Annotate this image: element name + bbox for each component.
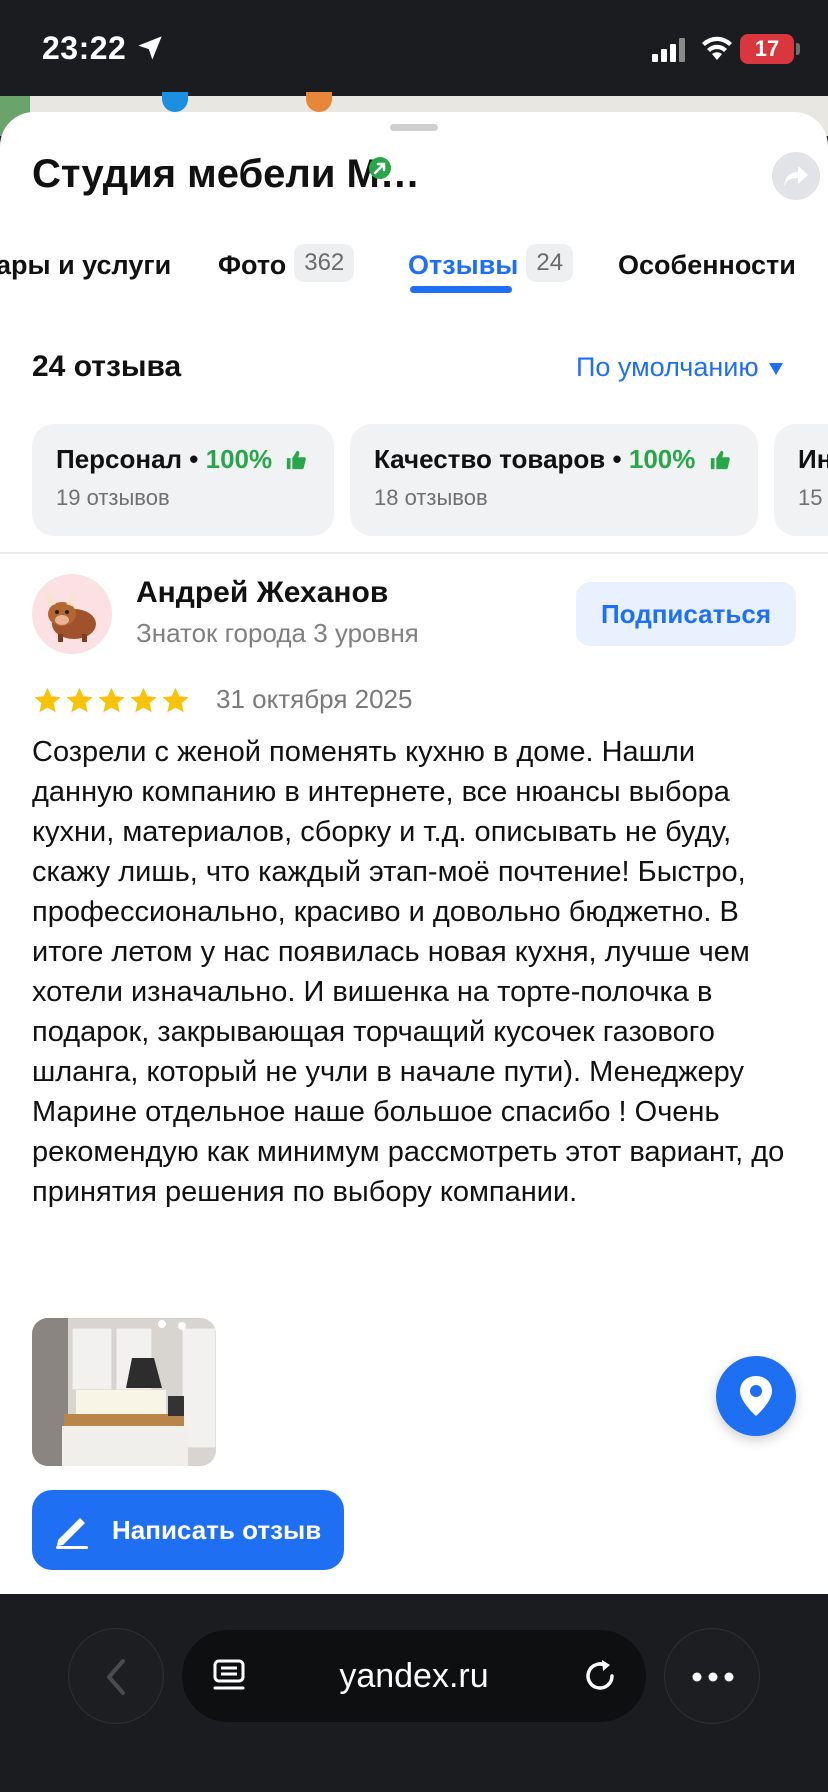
thumbs-up-icon bbox=[710, 450, 730, 470]
star-icon bbox=[162, 687, 189, 713]
section-divider bbox=[0, 552, 828, 554]
write-review-label: Написать отзыв bbox=[112, 1515, 322, 1545]
aspect-separator: • bbox=[189, 444, 199, 474]
sort-dropdown[interactable]: По умолчанию bbox=[576, 352, 783, 383]
write-review-button[interactable]: Написать отзыв bbox=[32, 1490, 344, 1570]
more-options-button[interactable] bbox=[664, 1628, 760, 1724]
map-pin-icon[interactable] bbox=[162, 92, 188, 112]
back-button[interactable] bbox=[68, 1628, 164, 1724]
status-bar: 23:22 17 bbox=[0, 0, 828, 96]
wifi-icon bbox=[702, 36, 732, 60]
ellipsis-icon bbox=[692, 1672, 734, 1682]
url-text: yandex.ru bbox=[339, 1657, 489, 1695]
share-arrow-icon bbox=[784, 166, 808, 186]
aspect-carousel[interactable]: Персонал • 100% 19 отзывов Качество това… bbox=[0, 424, 828, 536]
star-icon bbox=[98, 687, 125, 713]
battery-cap bbox=[796, 43, 800, 55]
star-icon bbox=[34, 687, 61, 713]
place-title: Студия мебели М… bbox=[32, 152, 420, 196]
share-button[interactable] bbox=[772, 152, 820, 200]
map-location-button[interactable] bbox=[716, 1356, 796, 1436]
kitchen-photo-icon bbox=[32, 1318, 216, 1466]
map-pin-icon[interactable] bbox=[306, 92, 332, 112]
reload-icon[interactable] bbox=[580, 1656, 620, 1696]
reviews-count: 24 отзыва bbox=[32, 350, 182, 383]
aspect-name: Ин bbox=[798, 444, 828, 474]
thumbs-up-icon bbox=[287, 450, 307, 470]
aspect-title: Качество товаров • 100% bbox=[374, 444, 758, 475]
avatar[interactable] bbox=[32, 574, 112, 654]
tab-features[interactable]: Особенности bbox=[618, 230, 796, 304]
tab-photo[interactable]: Фото 362 bbox=[218, 230, 355, 304]
aspect-card-quality[interactable]: Качество товаров • 100% 18 отзывов bbox=[350, 424, 758, 536]
tab-count-badge: 24 bbox=[526, 244, 574, 282]
tab-count-badge: 362 bbox=[294, 244, 355, 282]
rating-stars bbox=[32, 686, 192, 718]
aspect-title: Персонал • 100% bbox=[56, 444, 334, 475]
cellular-signal-icon bbox=[652, 38, 685, 62]
map-pin-icon bbox=[740, 1376, 772, 1416]
pencil-icon bbox=[56, 1518, 88, 1549]
chevron-left-icon bbox=[107, 1659, 125, 1695]
tab-label: Отзывы bbox=[408, 250, 519, 280]
sort-label: По умолчанию bbox=[576, 352, 759, 382]
aspect-reviews-count: 18 отзывов bbox=[374, 485, 488, 510]
dropdown-triangle-icon bbox=[768, 362, 783, 375]
aspect-reviews-count: 15 bbox=[798, 485, 823, 510]
tab-label: Особенности bbox=[618, 250, 796, 280]
status-time: 23:22 bbox=[42, 30, 127, 66]
review-text: Созрели с женой поменять кухню в доме. Н… bbox=[32, 736, 785, 1208]
review-date: 31 октября 2025 bbox=[216, 684, 413, 714]
tab-goods-services[interactable]: ары и услуги bbox=[0, 230, 171, 304]
yak-avatar-icon bbox=[46, 593, 96, 642]
aspect-name: Персонал bbox=[56, 444, 183, 474]
battery-indicator: 17 bbox=[740, 34, 794, 64]
star-icon bbox=[66, 687, 93, 713]
aspect-separator: • bbox=[612, 444, 622, 474]
aspect-card-staff[interactable]: Персонал • 100% 19 отзывов bbox=[32, 424, 334, 536]
star-icon bbox=[130, 687, 157, 713]
review-photo[interactable] bbox=[32, 1318, 216, 1466]
aspect-percent: 100% bbox=[628, 444, 696, 474]
aspect-name: Качество товаров bbox=[374, 444, 606, 474]
verified-badge-icon bbox=[369, 157, 391, 179]
aspect-card-partial[interactable]: Ин 15 bbox=[774, 424, 828, 536]
place-card-sheet: Студия мебели М… ары и услуги Фото 362 О… bbox=[0, 112, 828, 1594]
address-bar[interactable]: yandex.ru bbox=[182, 1630, 646, 1722]
subscribe-button[interactable]: Подписаться bbox=[576, 582, 796, 646]
location-arrow-icon bbox=[138, 36, 162, 60]
review-author[interactable]: Андрей Жеханов bbox=[136, 576, 388, 610]
browser-toolbar: yandex.ru bbox=[0, 1594, 828, 1792]
drag-handle[interactable] bbox=[390, 124, 438, 131]
aspect-percent: 100% bbox=[205, 444, 273, 474]
active-tab-indicator bbox=[410, 286, 512, 293]
aspect-reviews-count: 19 отзывов bbox=[56, 485, 170, 510]
tab-label: ары и услуги bbox=[0, 250, 172, 280]
author-level: Знаток города 3 уровня bbox=[136, 618, 419, 648]
tab-label: Фото bbox=[218, 250, 287, 280]
